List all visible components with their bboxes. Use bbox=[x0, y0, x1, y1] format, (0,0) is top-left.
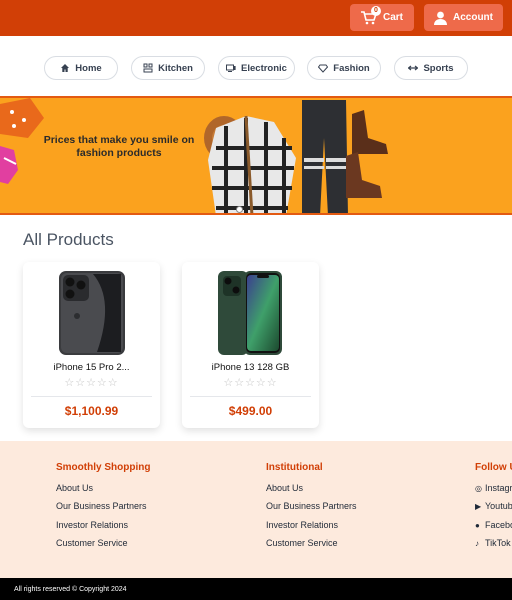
home-icon bbox=[61, 64, 70, 72]
fashion-products-image bbox=[204, 100, 388, 213]
divider bbox=[190, 396, 311, 397]
account-label: Account bbox=[453, 12, 493, 23]
carousel-dot[interactable] bbox=[236, 206, 243, 213]
product-card[interactable]: iPhone 15 Pro 2... ☆☆☆☆☆ $1,100.99 bbox=[23, 262, 160, 428]
fashion-icon bbox=[318, 64, 329, 73]
category-label: Kitchen bbox=[158, 62, 193, 74]
product-card[interactable]: iPhone 13 128 GB ☆☆☆☆☆ $499.00 bbox=[182, 262, 319, 428]
sports-icon bbox=[408, 65, 419, 71]
footer-heading: Follow Us bbox=[475, 462, 512, 473]
tiktok-icon: ♪ bbox=[475, 538, 479, 548]
divider bbox=[31, 396, 152, 397]
promo-banner[interactable]: Prices that make you smile on fashion pr… bbox=[0, 96, 512, 215]
product-name[interactable]: iPhone 13 128 GB bbox=[182, 362, 319, 373]
account-button[interactable]: Account bbox=[424, 4, 503, 31]
facebook-link[interactable]: ●Facebook bbox=[475, 520, 512, 538]
category-fashion[interactable]: Fashion bbox=[307, 56, 381, 80]
product-name[interactable]: iPhone 15 Pro 2... bbox=[23, 362, 160, 373]
footer-link[interactable]: Our Business Partners bbox=[266, 501, 357, 519]
product-price: $1,100.99 bbox=[64, 404, 119, 418]
cart-button[interactable]: 0 Cart bbox=[350, 4, 414, 31]
product-price: $499.00 bbox=[228, 404, 273, 418]
electronic-icon bbox=[226, 64, 236, 72]
rating-stars: ☆☆☆☆☆ bbox=[64, 377, 119, 389]
copyright-text: All rights reserved © Copyright 2024 bbox=[14, 585, 127, 593]
facebook-icon: ● bbox=[475, 520, 480, 530]
footer-link[interactable]: Customer Service bbox=[56, 538, 150, 556]
footer-column-shopping: Smoothly Shopping About Us Our Business … bbox=[56, 462, 150, 556]
banner-tagline: Prices that make you smile on fashion pr… bbox=[43, 134, 195, 159]
product-image-iphone-13 bbox=[218, 271, 282, 355]
category-sports[interactable]: Sports bbox=[394, 56, 468, 80]
footer-column-follow: Follow Us ◎Instagram ▶Youtube ●Facebook … bbox=[475, 462, 512, 556]
top-bar: 0 Cart Account bbox=[0, 0, 512, 36]
footer-link[interactable]: Investor Relations bbox=[56, 520, 150, 538]
rating-stars: ☆☆☆☆☆ bbox=[223, 377, 278, 389]
footer-link[interactable]: Investor Relations bbox=[266, 520, 357, 538]
youtube-icon: ▶ bbox=[475, 502, 482, 512]
cart-label: Cart bbox=[382, 12, 403, 23]
footer-link[interactable]: Our Business Partners bbox=[56, 501, 150, 519]
user-icon bbox=[434, 11, 447, 25]
footer-link[interactable]: Customer Service bbox=[266, 538, 357, 556]
footer-link[interactable]: About Us bbox=[266, 483, 357, 501]
category-label: Sports bbox=[423, 62, 454, 74]
kitchen-icon bbox=[143, 63, 153, 73]
footer-link[interactable]: About Us bbox=[56, 483, 150, 501]
category-label: Electronic bbox=[241, 62, 287, 74]
category-label: Home bbox=[75, 62, 102, 74]
instagram-icon: ◎ bbox=[475, 484, 482, 493]
cart-count-badge: 0 bbox=[370, 5, 381, 16]
tiktok-link[interactable]: ♪ TikTok bbox=[475, 538, 512, 556]
category-home[interactable]: Home bbox=[44, 56, 118, 80]
youtube-link[interactable]: ▶Youtube bbox=[475, 501, 512, 519]
category-label: Fashion bbox=[333, 62, 370, 74]
footer-heading: Smoothly Shopping bbox=[56, 462, 151, 473]
footer-heading: Institutional bbox=[266, 462, 323, 473]
footer: Smoothly Shopping About Us Our Business … bbox=[0, 441, 512, 578]
instagram-link[interactable]: ◎Instagram bbox=[475, 483, 512, 501]
copyright-bar: All rights reserved © Copyright 2024 bbox=[0, 578, 512, 600]
cart-icon: 0 bbox=[360, 5, 381, 25]
category-kitchen[interactable]: Kitchen bbox=[131, 56, 205, 80]
product-image-iphone-15-pro bbox=[59, 271, 125, 355]
footer-column-institutional: Institutional About Us Our Business Part… bbox=[266, 462, 357, 556]
section-title: All Products bbox=[23, 230, 114, 249]
category-nav: Home Kitchen Electronic Fashion Sports bbox=[0, 56, 512, 80]
category-electronic[interactable]: Electronic bbox=[218, 56, 295, 80]
